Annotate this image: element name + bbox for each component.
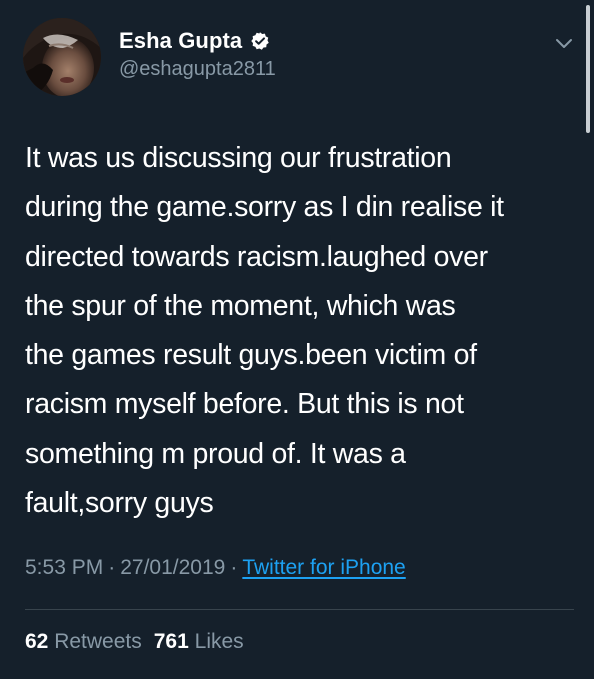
tweet-text-line: the spur of the moment, which was <box>25 289 456 322</box>
tweet-meta: 5:53 PM · 27/01/2019 · Twitter for iPhone <box>25 556 406 580</box>
scrollbar[interactable] <box>586 5 590 133</box>
source-link[interactable]: Twitter for iPhone <box>242 556 405 579</box>
display-name-row: Esha Gupta <box>119 26 276 56</box>
likes-count: 761 <box>153 630 189 653</box>
likes-stat[interactable]: 761 Likes <box>154 630 244 653</box>
retweets-count: 62 <box>25 630 49 653</box>
tweet-time: 5:53 PM <box>25 556 104 579</box>
tweet-text: It was us discussing our frustration dur… <box>25 134 570 528</box>
tweet-text-line: something m proud of. It was a <box>25 437 406 470</box>
meta-separator: · <box>108 556 116 579</box>
retweets-label: Retweets <box>54 630 142 653</box>
meta-separator: · <box>230 556 238 579</box>
avatar[interactable] <box>23 18 101 96</box>
chevron-down-icon[interactable] <box>555 38 573 50</box>
avatar-photo-icon <box>23 18 101 96</box>
likes-label: Likes <box>194 630 244 653</box>
display-name[interactable]: Esha Gupta <box>119 28 242 54</box>
tweet-text-line: fault,sorry guys <box>25 487 214 520</box>
tweet-header: Esha Gupta @eshagupta2811 <box>23 18 583 98</box>
verified-badge-icon <box>251 32 269 50</box>
tweet-card: Esha Gupta @eshagupta2811 It was us disc… <box>0 0 594 679</box>
tweet-text-line: racism myself before. But this is not <box>25 388 464 421</box>
user-handle[interactable]: @eshagupta2811 <box>119 58 276 81</box>
tweet-text-line: directed towards racism.laughed over <box>25 240 488 273</box>
retweets-stat[interactable]: 62 Retweets <box>25 630 142 653</box>
author-names: Esha Gupta @eshagupta2811 <box>119 26 276 81</box>
divider <box>25 609 574 610</box>
tweet-text-line: the games result guys.been victim of <box>25 339 477 372</box>
tweet-date[interactable]: 27/01/2019 <box>120 556 225 579</box>
tweet-stats: 62 Retweets 761 Likes <box>25 630 244 654</box>
tweet-text-line: during the game.sorry as I din realise i… <box>25 191 504 224</box>
tweet-text-line: It was us discussing our frustration <box>25 142 452 174</box>
